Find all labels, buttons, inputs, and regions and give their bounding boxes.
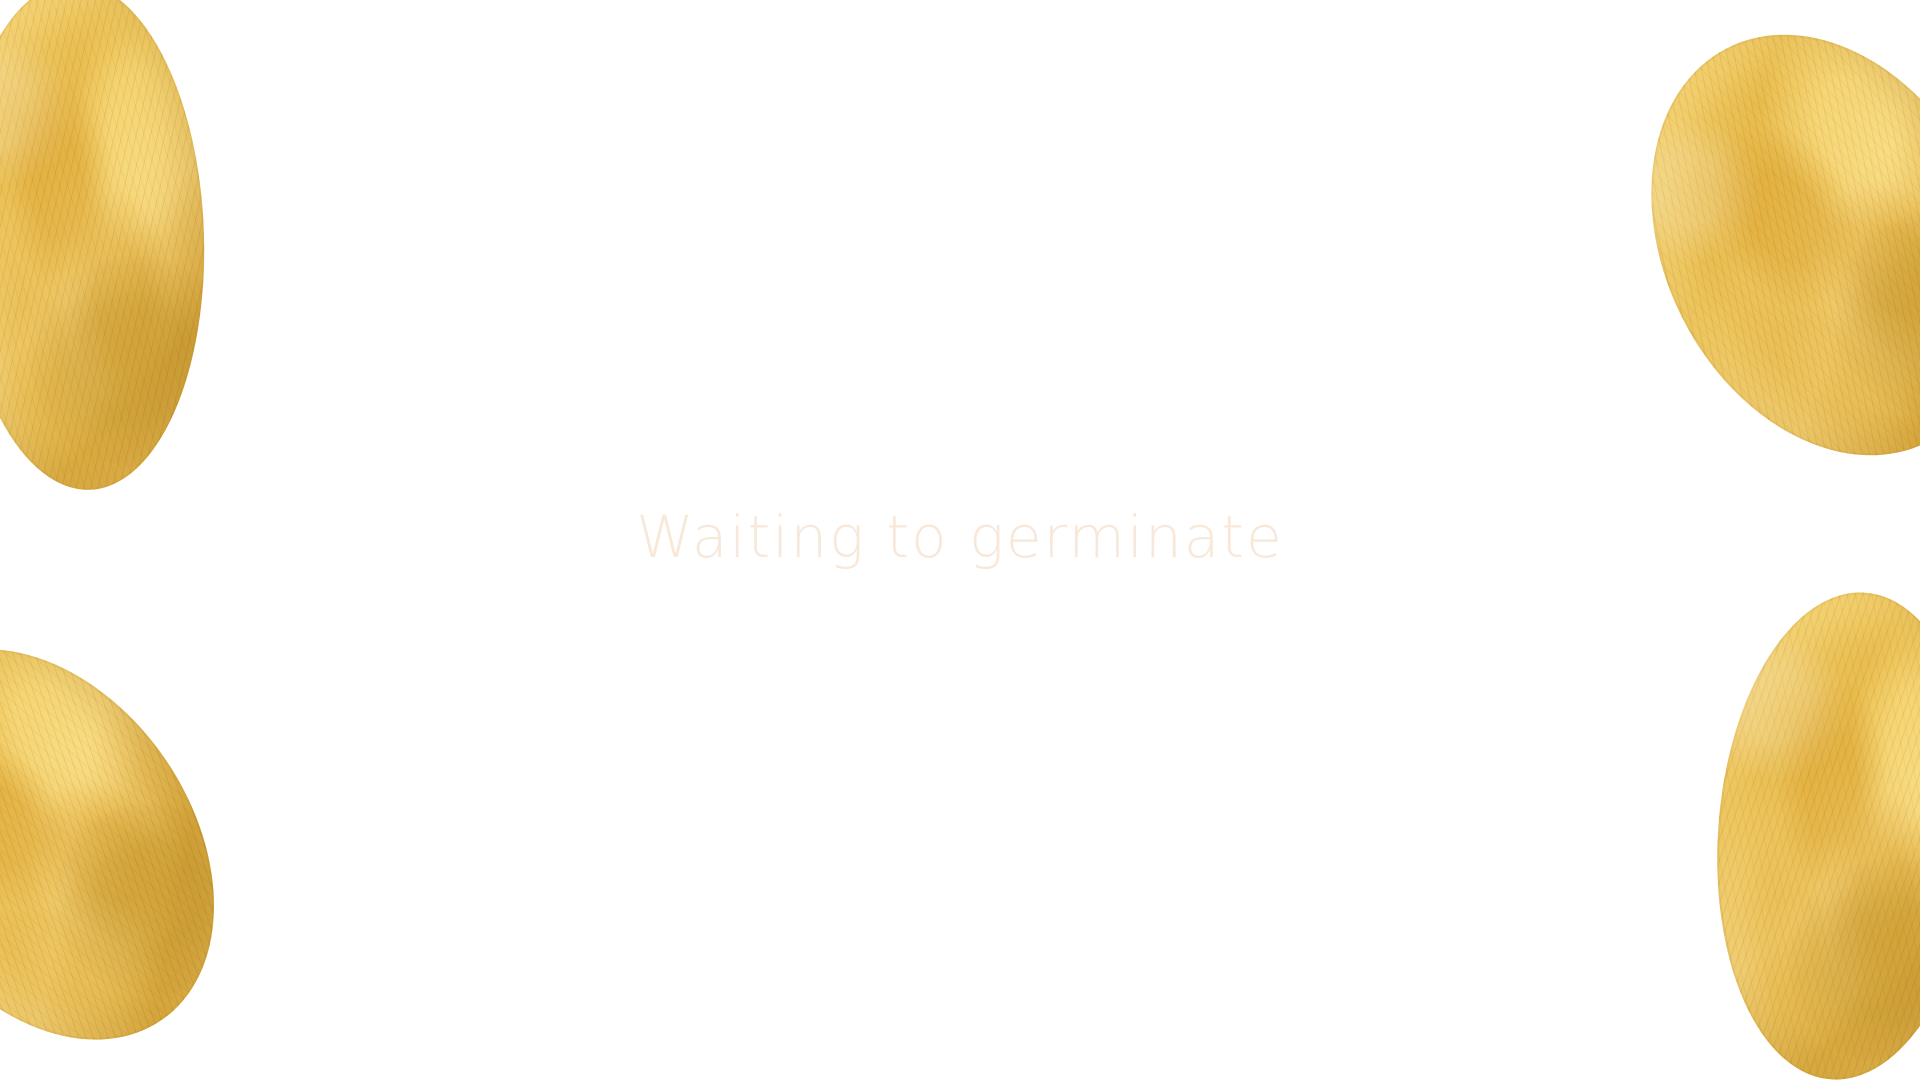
fur-blob-top-right	[1582, 0, 1920, 516]
fur-blob-top-left	[0, 0, 213, 495]
fur-blob-bottom-right	[1701, 583, 1920, 1080]
fur-blob-bottom-left	[0, 584, 286, 1080]
germination-status-text: Waiting to germinate	[636, 503, 1284, 571]
germination-screen: Waiting to germinate	[0, 0, 1920, 1080]
